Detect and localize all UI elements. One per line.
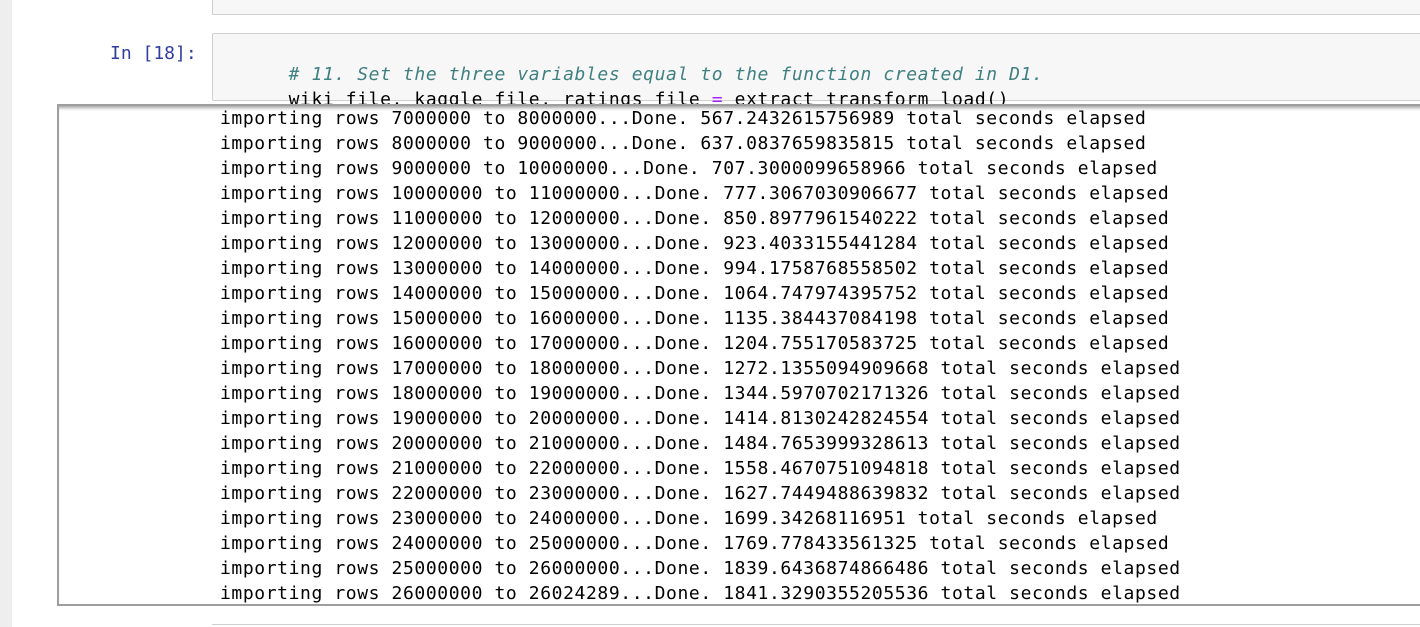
notebook-container: In [18]: # 11. Set the three variables e… <box>12 0 1420 627</box>
output-line: importing rows 17000000 to 18000000...Do… <box>220 358 1181 379</box>
cell-output-scroll-area[interactable]: importing rows 7000000 to 8000000...Done… <box>57 104 1420 606</box>
output-line: importing rows 22000000 to 23000000...Do… <box>220 483 1181 504</box>
output-line: importing rows 18000000 to 19000000...Do… <box>220 383 1181 404</box>
output-text: importing rows 7000000 to 8000000...Done… <box>220 106 1181 604</box>
output-line: importing rows 25000000 to 26000000...Do… <box>220 558 1181 579</box>
code-cell-input[interactable]: # 11. Set the three variables equal to t… <box>212 33 1420 110</box>
output-line: importing rows 21000000 to 22000000...Do… <box>220 458 1181 479</box>
output-line: importing rows 12000000 to 13000000...Do… <box>220 233 1170 254</box>
input-prompt: In [18]: <box>110 43 197 64</box>
output-line: importing rows 23000000 to 24000000...Do… <box>220 508 1158 529</box>
output-line: importing rows 11000000 to 12000000...Do… <box>220 208 1170 229</box>
output-line: importing rows 19000000 to 20000000...Do… <box>220 408 1181 429</box>
output-line: importing rows 14000000 to 15000000...Do… <box>220 283 1170 304</box>
output-line: importing rows 9000000 to 10000000...Don… <box>220 158 1158 179</box>
next-cell-border <box>212 624 1420 625</box>
output-line: importing rows 24000000 to 25000000...Do… <box>220 533 1170 554</box>
output-line: importing rows 8000000 to 9000000...Done… <box>220 133 1147 154</box>
output-line: importing rows 13000000 to 14000000...Do… <box>220 258 1170 279</box>
output-line: importing rows 7000000 to 8000000...Done… <box>220 108 1147 129</box>
previous-cell-input[interactable] <box>212 0 1420 15</box>
output-line: importing rows 10000000 to 11000000...Do… <box>220 183 1170 204</box>
output-line: importing rows 26000000 to 26024289...Do… <box>220 583 1181 604</box>
output-line: importing rows 16000000 to 17000000...Do… <box>220 333 1170 354</box>
output-line: importing rows 20000000 to 21000000...Do… <box>220 433 1181 454</box>
output-line: importing rows 15000000 to 16000000...Do… <box>220 308 1170 329</box>
